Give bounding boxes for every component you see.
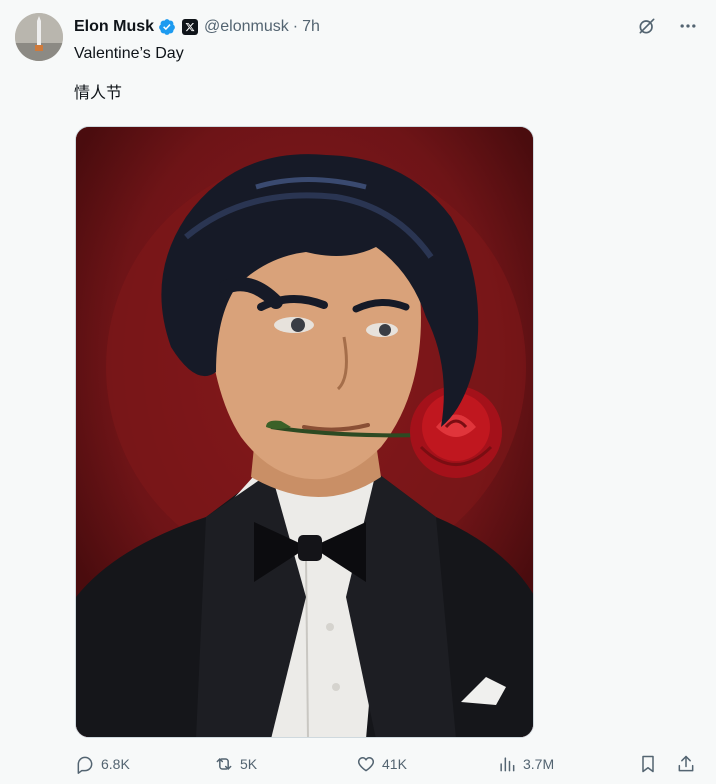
reply-icon	[77, 756, 93, 774]
tweet-header: Elon Musk @elonmusk · 7h	[74, 16, 320, 38]
grok-icon[interactable]	[637, 16, 657, 36]
timestamp[interactable]: 7h	[302, 18, 320, 36]
more-icon[interactable]	[678, 16, 698, 36]
share-icon	[678, 755, 694, 772]
bookmark-icon	[642, 755, 654, 773]
like-button[interactable]: 41K	[356, 754, 407, 774]
heart-icon	[357, 757, 375, 772]
tweet-image[interactable]	[75, 126, 534, 738]
tweet-actions: 6.8K 5K 41K 3.7M	[0, 750, 716, 780]
tweet-text-line-2: 情人节	[74, 85, 123, 102]
repost-icon	[216, 758, 232, 770]
bookmark-button[interactable]	[638, 754, 658, 774]
reply-count: 6.8K	[101, 756, 130, 772]
like-count: 41K	[382, 756, 407, 772]
author-name[interactable]: Elon Musk	[74, 18, 154, 36]
x-logo-icon	[182, 19, 199, 35]
views-button[interactable]: 3.7M	[497, 754, 554, 774]
verified-badge-icon[interactable]	[158, 18, 176, 36]
views-icon	[500, 757, 515, 772]
repost-button[interactable]: 5K	[214, 754, 257, 774]
separator-dot: ·	[292, 18, 299, 35]
tweet: Elon Musk @elonmusk · 7h Valentine’s Day…	[0, 0, 716, 784]
anime-man-tuxedo-rose-illustration	[76, 127, 533, 737]
views-count: 3.7M	[523, 756, 555, 772]
author-avatar[interactable]	[15, 13, 63, 61]
author-handle[interactable]: @elonmusk	[204, 18, 289, 36]
repost-count: 5K	[240, 756, 258, 772]
tweet-top-actions	[637, 16, 698, 36]
share-button[interactable]	[676, 754, 696, 774]
reply-button[interactable]: 6.8K	[75, 754, 130, 774]
tweet-text-line-1: Valentine’s Day	[74, 45, 184, 62]
